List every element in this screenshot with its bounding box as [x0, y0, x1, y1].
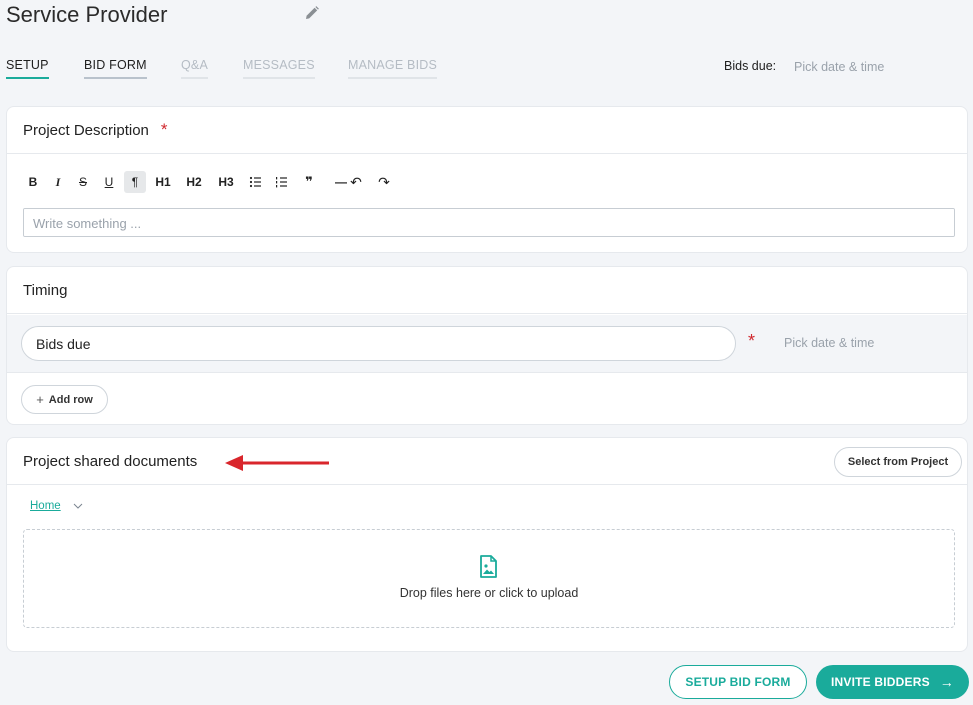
- required-asterisk: *: [160, 120, 168, 139]
- chevron-down-icon[interactable]: [73, 502, 83, 510]
- bold-button[interactable]: B: [23, 171, 43, 193]
- bullet-list-icon[interactable]: [247, 171, 263, 193]
- heading3-button[interactable]: H3: [214, 171, 238, 193]
- shared-documents-card: Project shared documents Select from Pro…: [6, 437, 968, 652]
- header-bids-due-picker[interactable]: Pick date & time: [794, 60, 884, 74]
- project-description-card: Project Description * B I S U ¶ H1 H2 H3…: [6, 106, 968, 253]
- tab-qa[interactable]: Q&A: [181, 58, 208, 79]
- plus-icon: +: [36, 392, 44, 407]
- underline-button[interactable]: U: [99, 171, 119, 193]
- required-asterisk: *: [748, 331, 756, 351]
- horizontal-rule-button[interactable]: —: [333, 171, 349, 193]
- redo-button[interactable]: ↷: [377, 171, 391, 193]
- dropzone-text: Drop files here or click to upload: [399, 586, 579, 600]
- invite-bidders-label: INVITE BIDDERS: [830, 675, 930, 689]
- heading1-button[interactable]: H1: [151, 171, 175, 193]
- tab-bid-form[interactable]: BID FORM: [84, 58, 147, 79]
- timing-row-date-picker[interactable]: Pick date & time: [784, 336, 874, 350]
- page-title: Service Provider: [6, 2, 168, 27]
- ordered-list-icon[interactable]: [273, 171, 289, 193]
- undo-button[interactable]: ↶: [349, 171, 363, 193]
- timing-header: Timing: [7, 267, 967, 314]
- strikethrough-button[interactable]: S: [73, 171, 93, 193]
- timing-row: * Pick date & time: [7, 315, 967, 373]
- italic-button[interactable]: I: [48, 171, 68, 193]
- tab-manage-bids[interactable]: MANAGE BIDS: [348, 58, 438, 79]
- heading2-button[interactable]: H2: [182, 171, 206, 193]
- project-description-header: Project Description *: [7, 107, 967, 154]
- timing-title: Timing: [23, 281, 68, 299]
- add-row-label: Add row: [48, 393, 93, 406]
- annotation-arrow-icon: [225, 455, 329, 471]
- tab-setup[interactable]: SETUP: [6, 58, 49, 79]
- breadcrumb-home[interactable]: Home: [30, 500, 61, 512]
- shared-documents-header: Project shared documents: [7, 438, 967, 485]
- blockquote-button[interactable]: ❞: [301, 171, 317, 193]
- header-bids-due-label: Bids due:: [724, 59, 777, 73]
- add-row-button[interactable]: + Add row: [21, 385, 108, 414]
- setup-bid-form-button[interactable]: SETUP BID FORM: [669, 665, 807, 699]
- file-dropzone[interactable]: Drop files here or click to upload: [23, 529, 955, 628]
- pencil-edit-icon[interactable]: [304, 5, 320, 21]
- file-image-icon: [480, 555, 497, 578]
- invite-bidders-button[interactable]: INVITE BIDDERS →: [816, 665, 969, 699]
- project-description-editor[interactable]: [23, 208, 955, 237]
- tab-messages[interactable]: MESSAGES: [243, 58, 315, 79]
- select-from-project-button[interactable]: Select from Project: [834, 447, 962, 477]
- shared-documents-title: Project shared documents: [23, 452, 198, 470]
- paragraph-button[interactable]: ¶: [124, 171, 146, 193]
- arrow-right-icon: →: [939, 674, 954, 690]
- timing-row-name-input[interactable]: [21, 326, 736, 361]
- project-description-title: Project Description: [23, 121, 149, 139]
- timing-card: Timing * Pick date & time + Add row: [6, 266, 968, 425]
